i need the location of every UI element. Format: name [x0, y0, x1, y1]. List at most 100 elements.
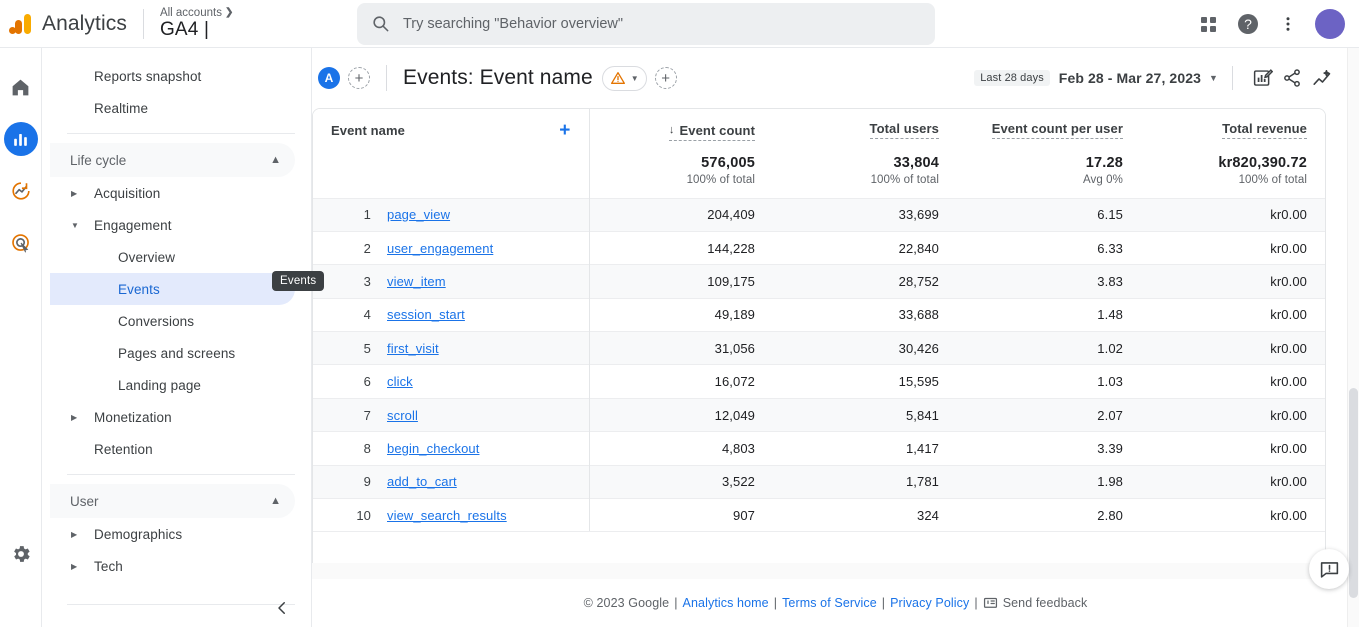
search-input[interactable]: Try searching "Behavior overview": [356, 2, 935, 45]
send-feedback-link[interactable]: Send feedback: [983, 596, 1088, 611]
caret-down-icon: ▼: [71, 220, 80, 230]
advertising-icon[interactable]: [4, 226, 38, 260]
event-name-link[interactable]: add_to_cart: [387, 474, 457, 489]
home-icon[interactable]: [4, 70, 38, 104]
sidebar-item-retention[interactable]: Retention: [50, 433, 295, 465]
sidebar-section-user[interactable]: User ▲: [50, 484, 295, 518]
row-total-users: 1,417: [905, 440, 939, 456]
feedback-fab-button[interactable]: [1309, 549, 1349, 589]
add-dimension-button[interactable]: +: [559, 121, 570, 140]
totals-total-users: 33,804 100% of total: [773, 141, 957, 199]
more-vertical-icon[interactable]: [1275, 11, 1301, 37]
edit-chart-icon[interactable]: [1247, 63, 1277, 93]
sidebar-item-engagement[interactable]: ▼ Engagement: [50, 209, 295, 241]
dimension-header-cell: Event name +: [313, 109, 589, 141]
event-name-link[interactable]: view_item: [387, 274, 446, 289]
metric-header-cell-event-count: ↓ Event count: [588, 109, 773, 141]
event-name-link[interactable]: begin_checkout: [387, 441, 479, 456]
event-name-link[interactable]: user_engagement: [387, 241, 493, 256]
feedback-icon: [983, 597, 997, 608]
event-name-link[interactable]: page_view: [387, 207, 450, 222]
sidebar-item-monetization[interactable]: ▶ Monetization: [50, 401, 295, 433]
event-name-link[interactable]: first_visit: [387, 341, 439, 356]
row-total-users: 33,699: [898, 207, 939, 223]
help-icon[interactable]: ?: [1235, 11, 1261, 37]
row-per-user: 6.15: [1097, 207, 1123, 223]
table-row[interactable]: 2 user_engagement 144,228 22,840 6.33 kr…: [313, 231, 1325, 265]
event-name-link[interactable]: view_search_results: [387, 508, 507, 523]
user-avatar[interactable]: [1315, 9, 1345, 39]
add-secondary-dimension-button[interactable]: +: [654, 67, 677, 89]
sidebar-item-acquisition[interactable]: ▶ Acquisition: [50, 177, 295, 209]
row-revenue: kr0.00: [1270, 340, 1307, 356]
account-selector[interactable]: All accounts ❯ GA4 |: [144, 7, 354, 40]
sidebar-item-overview[interactable]: Overview: [50, 241, 295, 273]
google-analytics-logo[interactable]: [0, 11, 42, 37]
share-icon[interactable]: [1277, 63, 1307, 93]
footer-separator: |: [674, 596, 678, 610]
row-event-name: page_view: [371, 198, 589, 231]
totals-total-revenue: kr820,390.72 100% of total: [1141, 141, 1325, 199]
table-row[interactable]: 7 scroll 12,049 5,841 2.07 kr0.00: [313, 398, 1325, 432]
row-per-user: 1.98: [1097, 474, 1123, 490]
row-event-name: click: [371, 365, 589, 398]
row-per-user: 2.80: [957, 498, 1141, 533]
table-row[interactable]: 8 begin_checkout 4,803 1,417 3.39 kr0.00: [313, 431, 1325, 466]
footer-link-terms-of-service[interactable]: Terms of Service: [782, 596, 877, 610]
add-comparison-button[interactable]: +: [348, 67, 370, 89]
reports-icon[interactable]: [3, 122, 38, 156]
row-per-user: 1.02: [1097, 340, 1123, 356]
send-feedback-label: Send feedback: [1002, 596, 1088, 610]
metric-header-event-count-per-user[interactable]: Event count per user: [991, 121, 1123, 139]
row-event-name: scroll: [371, 398, 589, 431]
scrollbar-thumb[interactable]: [1349, 388, 1358, 598]
sidebar-item-landing-page[interactable]: Landing page: [50, 369, 295, 401]
copyright-text: © 2023 Google: [583, 596, 670, 610]
footer-link-analytics-home[interactable]: Analytics home: [683, 596, 769, 610]
sidebar-item-conversions[interactable]: Conversions: [50, 305, 295, 337]
row-per-user: 6.33: [1097, 240, 1123, 256]
apps-grid-icon[interactable]: [1195, 11, 1221, 37]
table-row[interactable]: 1 page_view 204,409 33,699 6.15 kr0.00: [313, 198, 1325, 232]
chevron-up-icon: ▲: [270, 495, 281, 507]
metric-header-total-revenue[interactable]: Total revenue: [1222, 121, 1307, 139]
table-row[interactable]: 9 add_to_cart 3,522 1,781 1.98 kr0.00: [313, 465, 1325, 499]
table-row[interactable]: 5 first_visit 31,056 30,426 1.02 kr0.00: [313, 331, 1325, 365]
date-range-picker[interactable]: Feb 28 - Mar 27, 2023 ▼: [1059, 70, 1218, 86]
table-row[interactable]: 6 click 16,072 15,595 1.03 kr0.00: [313, 364, 1325, 399]
explore-icon[interactable]: [4, 174, 38, 208]
audience-badge[interactable]: A: [318, 67, 340, 89]
row-total-users: 33,688: [898, 307, 939, 323]
sidebar-item-reports-snapshot[interactable]: Reports snapshot: [50, 60, 295, 92]
caret-right-icon: ▶: [71, 412, 78, 422]
metric-header-total-users[interactable]: Total users: [869, 121, 939, 139]
insights-icon[interactable]: [1307, 63, 1337, 93]
sidebar-item-tech[interactable]: ▶ Tech: [50, 550, 295, 582]
table-body: 1 page_view 204,409 33,699 6.15 kr0.00 2…: [313, 198, 1325, 533]
row-event-name: view_search_results: [371, 498, 589, 533]
warning-dropdown-chip[interactable]: ▼: [601, 65, 647, 91]
sidebar-section-life-cycle[interactable]: Life cycle ▲: [50, 143, 295, 177]
event-name-link[interactable]: click: [387, 374, 413, 389]
sidebar-item-realtime[interactable]: Realtime: [50, 92, 295, 124]
sidebar-item-demographics[interactable]: ▶ Demographics: [50, 518, 295, 550]
table-row[interactable]: 10 view_search_results 907 324 2.80 kr0.…: [313, 498, 1325, 533]
event-name-link[interactable]: session_start: [387, 307, 465, 322]
totals-value: 33,804: [893, 154, 939, 171]
footer-link-privacy-policy[interactable]: Privacy Policy: [890, 596, 969, 610]
chevron-right-icon: ❯: [224, 6, 234, 18]
row-total-users: 15,595: [898, 374, 939, 390]
event-name-link[interactable]: scroll: [387, 408, 418, 423]
sidebar-item-events[interactable]: Events: [50, 273, 295, 305]
vertical-scrollbar[interactable]: [1347, 48, 1359, 627]
table-row[interactable]: 3 view_item 109,175 28,752 3.83 kr0.00: [313, 264, 1325, 299]
row-per-user: 1.48: [1097, 307, 1123, 323]
metric-header-event-count[interactable]: ↓ Event count: [668, 123, 755, 141]
collapse-nav-button[interactable]: [273, 599, 291, 617]
gear-icon[interactable]: [4, 537, 38, 571]
sidebar-item-pages-and-screens[interactable]: Pages and screens: [50, 337, 295, 369]
table-row[interactable]: 4 session_start 49,189 33,688 1.48 kr0.0…: [313, 298, 1325, 332]
account-breadcrumb[interactable]: All accounts ❯: [160, 7, 354, 19]
top-bar-actions: ?: [1195, 0, 1345, 48]
sidebar-item-label: Realtime: [94, 100, 149, 116]
